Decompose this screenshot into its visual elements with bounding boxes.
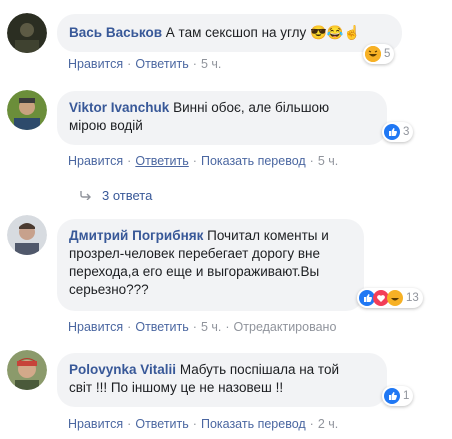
comment-text-line: перехода,а его еще и выгораживают.Вы (69, 264, 320, 279)
comment-actions: Нравится · Ответить · Показать перевод · 2 ч. (68, 417, 339, 431)
comment-bubble: Дмитрий Погрибняк Почитал коменты и проз… (57, 219, 364, 311)
reply-arrow-icon (80, 188, 92, 203)
like-link[interactable]: Нравится (68, 154, 123, 168)
comment-bubble: Viktor Ivanchuk Винні обоє, але більшою … (57, 91, 387, 145)
avatar[interactable] (7, 13, 47, 53)
reply-link[interactable]: Ответить (135, 154, 188, 168)
reply-link[interactable]: Ответить (135, 417, 188, 431)
reaction-summary[interactable]: 3 (382, 122, 414, 142)
reply-link[interactable]: Ответить (135, 57, 188, 71)
timestamp[interactable]: 2 ч. (318, 417, 338, 431)
edited-label[interactable]: Отредактировано (234, 320, 337, 334)
like-link[interactable]: Нравится (68, 57, 123, 71)
comment-actions: Нравится · Ответить · 5 ч. (68, 57, 222, 71)
translate-link[interactable]: Показать перевод (201, 154, 306, 168)
comment-text-line: Почитал коменты и (207, 228, 329, 243)
comment-text-line: світ !!! По іншому це не назовеш !! (69, 380, 284, 395)
comment-text-line: Винні обоє, але більшою (173, 100, 330, 115)
like-reaction-icon (384, 124, 400, 140)
view-replies-link[interactable]: 3 ответа (80, 188, 152, 203)
reaction-summary[interactable]: 5 (363, 44, 395, 64)
reaction-count: 5 (384, 48, 391, 60)
reaction-count: 13 (406, 292, 419, 304)
comment-text-line: мірою водій (69, 118, 143, 133)
like-reaction-icon (384, 388, 400, 404)
timestamp[interactable]: 5 ч. (201, 57, 221, 71)
haha-reaction-icon (387, 290, 403, 306)
reaction-count: 3 (403, 126, 410, 138)
comment-text-line: Мабуть поспішала на той (179, 362, 340, 377)
comment-text-line: серьезно??? (69, 282, 149, 297)
translate-link[interactable]: Показать перевод (201, 417, 306, 431)
comment-text-line: прозрел-человек перебегает дорогу вне (69, 246, 320, 261)
comment-actions: Нравится · Ответить · 5 ч. · Отредактировано (68, 320, 337, 334)
avatar[interactable] (7, 215, 47, 255)
timestamp[interactable]: 5 ч. (201, 320, 221, 334)
reaction-summary[interactable]: 1 (382, 386, 414, 406)
comment-bubble: Polovynka Vitalii Мабуть поспішала на то… (57, 353, 387, 407)
like-link[interactable]: Нравится (68, 417, 123, 431)
comment-text: А там сексшоп на углу (165, 25, 307, 40)
avatar[interactable] (7, 350, 47, 390)
comment-author[interactable]: Polovynka Vitalii (69, 362, 176, 377)
replies-count[interactable]: 3 ответа (102, 188, 152, 203)
comment-author[interactable]: Дмитрий Погрибняк (69, 228, 203, 243)
reaction-count: 1 (403, 390, 410, 402)
emoji-text: 😎😂☝ (310, 25, 361, 40)
comment-actions: Нравится · Ответить · Показать перевод · 5 ч. (68, 154, 339, 168)
comment-author[interactable]: Viktor Ivanchuk (69, 100, 169, 115)
comment-author[interactable]: Вась Васьков (69, 25, 162, 40)
reaction-summary[interactable]: 13 (357, 288, 423, 308)
like-link[interactable]: Нравится (68, 320, 123, 334)
haha-reaction-icon (365, 46, 381, 62)
reply-link[interactable]: Ответить (135, 320, 188, 334)
avatar[interactable] (7, 90, 47, 130)
timestamp[interactable]: 5 ч. (318, 154, 338, 168)
comment-bubble: Вась Васьков А там сексшоп на углу 😎😂☝ (57, 14, 402, 52)
